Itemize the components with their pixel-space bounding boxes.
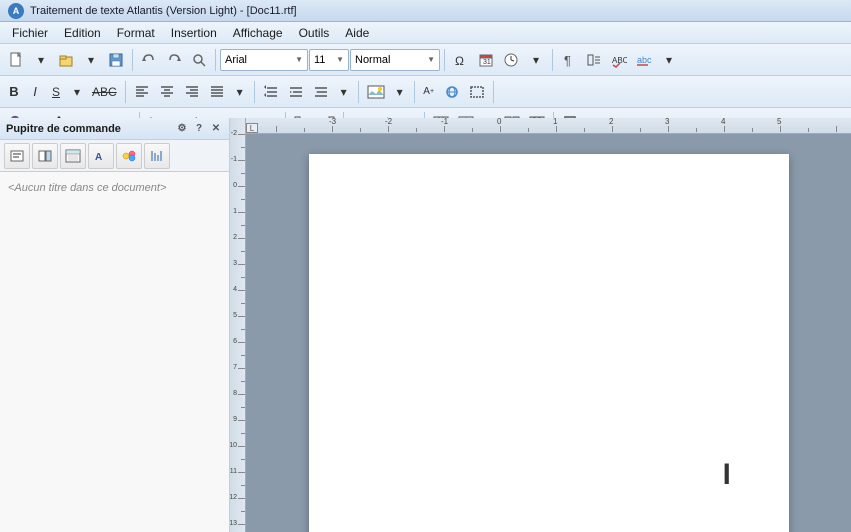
underline-dropdown[interactable]: ▾ (67, 81, 87, 103)
undo-button[interactable] (137, 48, 161, 72)
svg-text:31: 31 (483, 59, 491, 66)
menu-edition[interactable]: Edition (56, 24, 109, 42)
pupitre-empty-message: <Aucun titre dans ce document> (8, 182, 166, 194)
insert-image-button[interactable] (363, 81, 389, 103)
toolbar-row-1: ▾ ▾ Arial ▼ 11 ▼ Normal ▼ Ω 31 ▾ (0, 44, 851, 76)
title-text: Traitement de texte Atlantis (Version Li… (30, 5, 297, 17)
align-left-button[interactable] (130, 81, 154, 103)
vertical-ruler: -2-1012345678910111213 (230, 118, 246, 532)
svg-text:¶: ¶ (564, 53, 571, 68)
sep-3 (444, 49, 445, 71)
abc-button2[interactable]: abc (632, 48, 656, 72)
sep-fmt-3 (358, 81, 359, 103)
pupitre-settings-icon[interactable]: ⚙ (175, 122, 189, 136)
svg-text:abc: abc (637, 55, 652, 65)
paragraph-marks-button[interactable]: ¶ (557, 48, 581, 72)
clock-button[interactable] (499, 48, 523, 72)
pupitre-btn-1[interactable] (4, 143, 30, 169)
line-spacing-button[interactable] (259, 81, 283, 103)
style-dropdown[interactable]: Normal ▼ (350, 49, 440, 71)
align-right-button[interactable] (180, 81, 204, 103)
italic-button[interactable]: I (25, 81, 45, 103)
list-dropdown[interactable]: ▾ (334, 81, 354, 103)
pupitre-toolbar: A (0, 140, 229, 172)
pupitre-btn-5[interactable] (116, 143, 142, 169)
strikethrough-button[interactable]: ABC (88, 81, 121, 103)
main-area[interactable]: L -3-2-1012345 𝐈 (246, 118, 851, 532)
menu-insertion[interactable]: Insertion (163, 24, 225, 42)
outdent-button[interactable] (309, 81, 333, 103)
svg-text:A: A (95, 152, 102, 163)
text-flow-button[interactable] (582, 48, 606, 72)
menu-bar: Fichier Edition Format Insertion Afficha… (0, 22, 851, 44)
abc-check-button[interactable]: ABC (607, 48, 631, 72)
pupitre-btn-6[interactable] (144, 143, 170, 169)
pupitre-content: <Aucun titre dans ce document> (0, 172, 229, 204)
sep-1 (132, 49, 133, 71)
pupitre-btn-2[interactable] (32, 143, 58, 169)
menu-format[interactable]: Format (109, 24, 163, 42)
pupitre-help-icon[interactable]: ? (192, 122, 206, 136)
size-dropdown-arrow: ▼ (336, 55, 344, 64)
ruler: L -3-2-1012345 (246, 118, 851, 134)
align-center-button[interactable] (155, 81, 179, 103)
font-dropdown-arrow: ▼ (295, 55, 303, 64)
ruler-inner: -3-2-1012345 (246, 118, 851, 132)
left-panel: Pupitre de commande ⚙ ? ✕ A <Aucun titre… (0, 118, 230, 532)
open-dropdown[interactable]: ▾ (79, 48, 103, 72)
menu-aide[interactable]: Aide (337, 24, 377, 42)
menu-outils[interactable]: Outils (291, 24, 338, 42)
document-area[interactable]: 𝐈 (246, 134, 851, 532)
text-box-button[interactable] (465, 81, 489, 103)
sep-2 (215, 49, 216, 71)
app-icon: A (8, 3, 24, 19)
menu-affichage[interactable]: Affichage (225, 24, 291, 42)
find-button[interactable] (187, 48, 211, 72)
toolbar-extra-btn[interactable]: ▾ (657, 48, 681, 72)
sep-fmt-4 (414, 81, 415, 103)
size-dropdown[interactable]: 11 ▼ (309, 49, 349, 71)
save-button[interactable] (104, 48, 128, 72)
hyperlink-button[interactable] (440, 81, 464, 103)
pupitre-title: Pupitre de commande (6, 123, 121, 135)
special-char-button[interactable]: Ω (449, 48, 473, 72)
pupitre-close-icon[interactable]: ✕ (209, 122, 223, 136)
document-page[interactable] (309, 154, 789, 532)
text-cursor: 𝐈 (722, 459, 731, 492)
underline-button[interactable]: S (46, 81, 66, 103)
bold-button[interactable]: B (4, 81, 24, 103)
align-dropdown[interactable]: ▾ (230, 81, 250, 103)
sep-fmt-5 (493, 81, 494, 103)
sep-fmt-1 (125, 81, 126, 103)
justify-button[interactable] (205, 81, 229, 103)
insert-dropdown2[interactable]: ▾ (390, 81, 410, 103)
style-dropdown-arrow: ▼ (427, 55, 435, 64)
pupitre-header: Pupitre de commande ⚙ ? ✕ (0, 118, 229, 140)
new-dropdown[interactable]: ▾ (29, 48, 53, 72)
calendar-button[interactable]: 31 (474, 48, 498, 72)
toolbar-row-2: B I S ▾ ABC ▾ ▾ ▾ A+ (0, 76, 851, 108)
font-dropdown[interactable]: Arial ▼ (220, 49, 308, 71)
title-bar: A Traitement de texte Atlantis (Version … (0, 0, 851, 22)
indent-button[interactable] (284, 81, 308, 103)
redo-button[interactable] (162, 48, 186, 72)
pupitre-icons: ⚙ ? ✕ (175, 122, 223, 136)
superscript-button[interactable]: A+ (419, 81, 439, 103)
sep-fmt-2 (254, 81, 255, 103)
new-button[interactable] (4, 48, 28, 72)
open-button[interactable] (54, 48, 78, 72)
menu-fichier[interactable]: Fichier (4, 24, 56, 42)
clock-dropdown[interactable]: ▾ (524, 48, 548, 72)
pupitre-btn-4[interactable]: A (88, 143, 114, 169)
pupitre-btn-3[interactable] (60, 143, 86, 169)
sep-4 (552, 49, 553, 71)
svg-text:Ω: Ω (455, 54, 464, 68)
